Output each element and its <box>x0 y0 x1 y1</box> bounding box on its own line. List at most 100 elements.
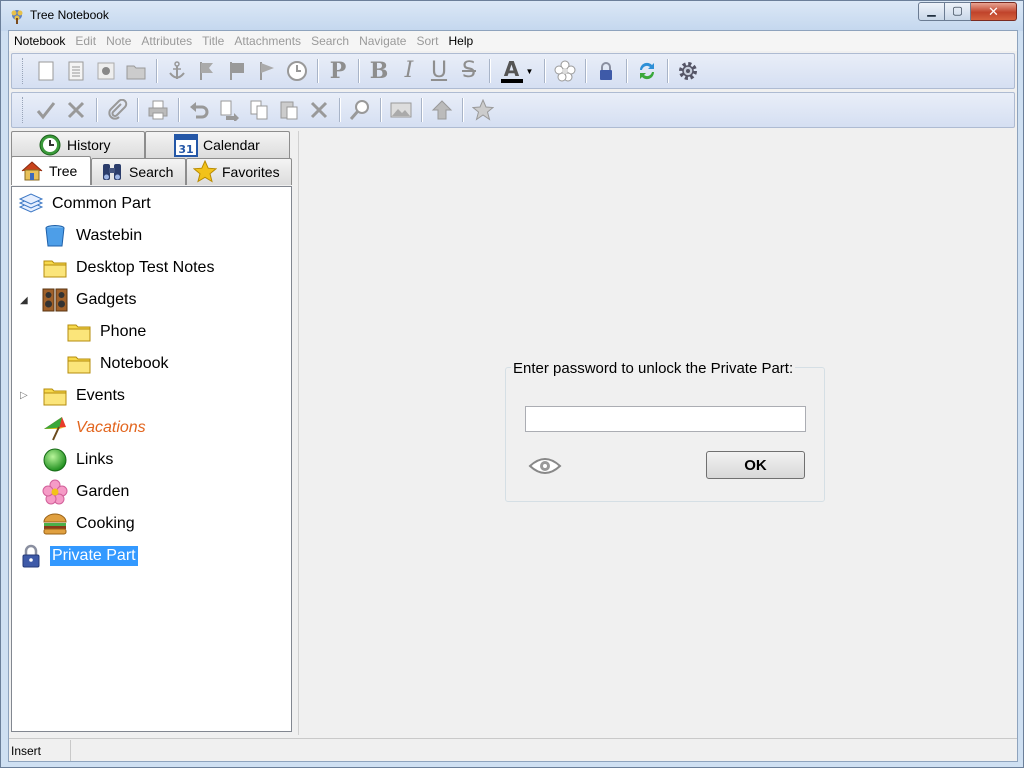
tree-item-garden[interactable]: Garden <box>42 479 131 505</box>
new-note-icon <box>38 61 54 81</box>
undo-button[interactable] <box>186 97 212 123</box>
folder-icon <box>66 319 92 345</box>
menu-bar: Notebook Edit Note Attributes Title Atta… <box>9 31 1017 51</box>
delete-button[interactable] <box>306 97 332 123</box>
minimize-icon: ▁ <box>927 5 936 17</box>
notebook-tree[interactable]: Common Part Wastebin Desktop Test Notes <box>11 186 292 732</box>
show-password-button[interactable] <box>528 454 562 478</box>
tab-favorites-label: Favorites <box>222 164 280 180</box>
calendar-icon: 31 <box>174 133 198 157</box>
star-icon <box>193 160 217 184</box>
new-list-note-button[interactable] <box>63 58 89 84</box>
underline-button[interactable]: U <box>426 58 452 84</box>
italic-icon: I <box>404 58 414 83</box>
tree-item-private-part[interactable]: Private Part <box>18 543 138 569</box>
tab-search[interactable]: Search <box>91 158 186 185</box>
undo-icon <box>190 102 209 119</box>
paragraph-button[interactable]: P <box>325 58 351 84</box>
print-button[interactable] <box>145 97 171 123</box>
tab-tree[interactable]: Tree <box>11 156 91 185</box>
minimize-button[interactable]: ▁ <box>918 2 945 21</box>
tree-item-events[interactable]: Events <box>42 383 127 409</box>
attach-button[interactable] <box>104 97 130 123</box>
left-panel: History 31 Calendar Tree Search Favorite… <box>11 131 294 735</box>
toolbar-separator <box>137 98 138 122</box>
menu-notebook[interactable]: Notebook <box>9 34 70 48</box>
settings-button[interactable] <box>675 58 701 84</box>
toolbar-separator <box>339 98 340 122</box>
tree-item-gadgets[interactable]: Gadgets <box>42 287 138 313</box>
font-color-button[interactable]: A ▼ <box>497 58 537 84</box>
menu-sort[interactable]: Sort <box>411 34 443 48</box>
toolbar-separator <box>317 59 318 83</box>
clock-button[interactable] <box>284 58 310 84</box>
open-folder-button[interactable] <box>123 58 149 84</box>
lock-button[interactable] <box>593 58 619 84</box>
search-magnifier-icon <box>349 100 369 120</box>
cancel-button[interactable] <box>63 97 89 123</box>
ok-button[interactable]: OK <box>706 451 805 479</box>
copy-button[interactable] <box>246 97 272 123</box>
open-folder-icon <box>126 65 146 80</box>
menu-edit[interactable]: Edit <box>70 34 101 48</box>
print-icon <box>148 100 168 120</box>
menu-note[interactable]: Note <box>101 34 136 48</box>
tree-item-notebook[interactable]: Notebook <box>66 351 171 377</box>
tree-item-desktop-test-notes[interactable]: Desktop Test Notes <box>42 255 216 281</box>
folder-icon <box>42 255 68 281</box>
lock-icon <box>600 62 612 80</box>
bold-button[interactable]: B <box>366 58 392 84</box>
expand-triangle-icon[interactable]: ▷ <box>20 390 30 401</box>
toolbar-grip[interactable] <box>22 58 25 84</box>
flag-filled-button[interactable] <box>224 58 250 84</box>
new-list-icon <box>68 61 84 81</box>
maximize-button[interactable]: ▢ <box>945 2 971 21</box>
menu-search[interactable]: Search <box>306 34 354 48</box>
toolbar-separator <box>421 98 422 122</box>
tree-item-phone[interactable]: Phone <box>66 319 148 345</box>
menu-navigate[interactable]: Navigate <box>354 34 411 48</box>
tree-item-wastebin[interactable]: Wastebin <box>42 223 144 249</box>
flower-button[interactable] <box>552 58 578 84</box>
favorite-button[interactable] <box>470 97 496 123</box>
strikethrough-button[interactable]: S <box>456 58 482 84</box>
close-button[interactable]: ✕ <box>971 2 1017 21</box>
sync-button[interactable] <box>634 58 660 84</box>
collapse-triangle-icon[interactable]: ◢ <box>20 295 30 306</box>
tree-item-cooking[interactable]: Cooking <box>42 511 137 537</box>
menu-title[interactable]: Title <box>197 34 229 48</box>
tree-item-links[interactable]: Links <box>42 447 115 473</box>
tab-history[interactable]: History <box>11 131 145 158</box>
menu-help[interactable]: Help <box>443 34 478 48</box>
menu-attributes[interactable]: Attributes <box>136 34 197 48</box>
accept-button[interactable] <box>33 97 59 123</box>
flag-filled-icon <box>230 62 244 80</box>
anchor-button[interactable] <box>164 58 190 84</box>
italic-button[interactable]: I <box>396 58 422 84</box>
move-up-button[interactable] <box>429 97 455 123</box>
toolbar-separator <box>626 59 627 83</box>
toolbar-separator <box>178 98 179 122</box>
toolbar-grip[interactable] <box>22 97 25 123</box>
tab-calendar[interactable]: 31 Calendar <box>145 131 290 158</box>
move-note-icon <box>220 100 239 121</box>
tree-item-label: Gadgets <box>76 291 137 308</box>
password-input[interactable] <box>525 406 806 432</box>
tree-item-common-part[interactable]: Common Part <box>18 191 153 217</box>
toolbar-separator <box>358 59 359 83</box>
toolbar-separator <box>156 59 157 83</box>
flag-button[interactable] <box>194 58 220 84</box>
tree-item-label: Common Part <box>52 195 151 212</box>
tree-item-vacations[interactable]: Vacations <box>42 415 148 441</box>
tab-favorites[interactable]: Favorites <box>186 158 292 185</box>
toolbar-separator <box>489 59 490 83</box>
font-color-letter: A <box>503 57 520 81</box>
paste-button[interactable] <box>276 97 302 123</box>
move-note-button[interactable] <box>216 97 242 123</box>
flag-outline-button[interactable] <box>254 58 280 84</box>
insert-image-button[interactable] <box>388 97 414 123</box>
menu-attachments[interactable]: Attachments <box>229 34 306 48</box>
new-note-button[interactable] <box>33 58 59 84</box>
new-bullet-note-button[interactable] <box>93 58 119 84</box>
find-button[interactable] <box>347 97 373 123</box>
